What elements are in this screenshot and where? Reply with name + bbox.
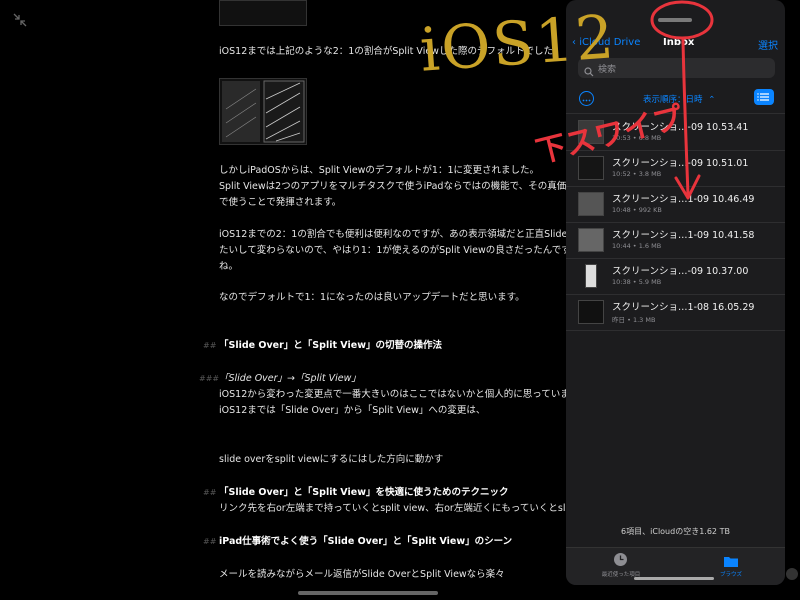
edge-handle-icon[interactable]: [786, 568, 798, 580]
annotation-red-drawing: [650, 0, 714, 200]
